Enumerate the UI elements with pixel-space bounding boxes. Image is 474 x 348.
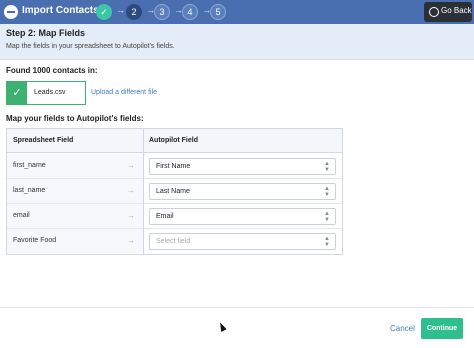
table-header-row: Spreadsheet Field Autopilot Field [7, 129, 342, 153]
upload-different-file-link[interactable]: Upload a different file [91, 89, 157, 96]
spreadsheet-field-name: Favorite Food [13, 237, 57, 244]
cancel-button[interactable]: Cancel [390, 324, 415, 333]
step-1-complete[interactable]: ✓ [96, 4, 112, 20]
spreadsheet-field-name: first_name [13, 162, 46, 169]
autopilot-field-select[interactable]: Last Name ▲ ▼ [149, 183, 336, 200]
autopilot-field-select[interactable]: Email ▲ ▼ [149, 208, 336, 225]
select-placeholder: Select field [156, 238, 191, 245]
field-mapping-table: Spreadsheet Field Autopilot Field first_… [6, 128, 343, 255]
autopilot-field-select[interactable]: First Name ▲ ▼ [149, 158, 336, 175]
arrow-right-icon: → [127, 186, 135, 195]
step-2-current[interactable]: 2 [126, 4, 142, 20]
step-title: Step 2: Map Fields [6, 28, 86, 38]
mouse-cursor-icon [217, 321, 227, 332]
column-header-spreadsheet-field: Spreadsheet Field [13, 137, 74, 144]
arrow-right-icon: → [127, 161, 135, 170]
uploaded-file-chip: ✓ Leads.csv [6, 81, 86, 105]
step-3[interactable]: 3 [154, 4, 170, 20]
autopilot-field-select[interactable]: Select field ▲ ▼ [149, 233, 336, 250]
go-back-label: Go Back [441, 6, 472, 15]
spreadsheet-field-name: last_name [13, 187, 46, 194]
select-value: First Name [156, 163, 191, 170]
select-caret-icon: ▲ ▼ [324, 161, 330, 173]
step-arrow-icon: → [116, 5, 125, 15]
step-subtitle: Map the fields in your spreadsheet to Au… [6, 43, 175, 50]
step-5[interactable]: 5 [210, 4, 226, 20]
select-caret-icon: ▲ ▼ [324, 236, 330, 248]
go-back-button[interactable]: Go Back [424, 2, 472, 22]
select-caret-icon: ▲ ▼ [324, 186, 330, 198]
footer-divider [0, 307, 474, 308]
back-circle-icon [429, 7, 439, 17]
spreadsheet-field-name: email [13, 212, 30, 219]
step-banner: Step 2: Map Fields Map the fields in you… [0, 24, 474, 60]
continue-button[interactable]: Continue [421, 318, 463, 339]
table-row: last_name → Last Name ▲ ▼ [7, 179, 342, 204]
found-contacts-text: Found 1000 contacts in: [6, 66, 98, 75]
file-name: Leads.csv [34, 89, 66, 96]
select-value: Email [156, 213, 174, 220]
step-4[interactable]: 4 [182, 4, 198, 20]
table-row: email → Email ▲ ▼ [7, 204, 342, 229]
minus-circle-icon [4, 5, 18, 19]
select-caret-icon: ▲ ▼ [324, 211, 330, 223]
table-row: Favorite Food → Select field ▲ ▼ [7, 229, 342, 254]
page-title: Import Contacts [22, 5, 99, 16]
table-row: first_name → First Name ▲ ▼ [7, 154, 342, 179]
select-value: Last Name [156, 188, 190, 195]
checkmark-icon: ✓ [7, 82, 27, 104]
column-header-autopilot-field: Autopilot Field [149, 137, 198, 144]
arrow-right-icon: → [127, 236, 135, 245]
column-divider [143, 129, 144, 254]
top-bar: Import Contacts ✓ → 2 → 3 → 4 → 5 Go Bac… [0, 0, 474, 24]
mapping-heading: Map your fields to Autopilot's fields: [6, 114, 144, 123]
arrow-right-icon: → [127, 211, 135, 220]
